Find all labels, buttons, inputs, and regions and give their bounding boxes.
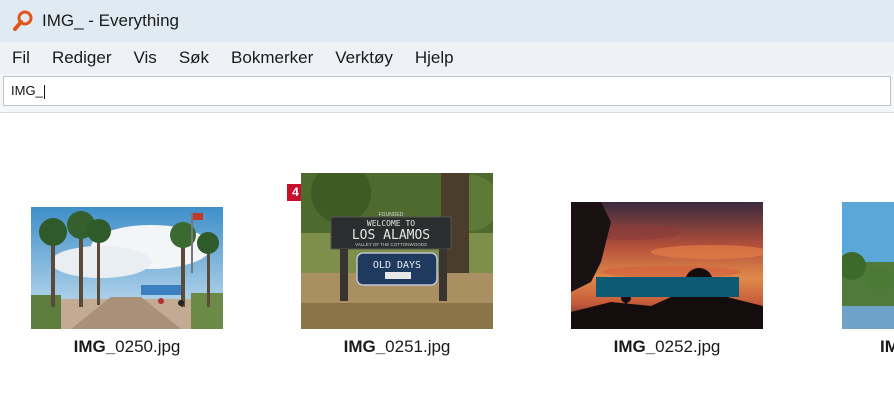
image-thumbnail-next-row[interactable]: [596, 277, 739, 297]
sign-founded-text: FOUNDED: [379, 212, 404, 218]
menu-bookmarks[interactable]: Bokmerker: [220, 42, 324, 74]
magnifier-icon: [12, 10, 34, 32]
image-thumbnail-partial: [842, 202, 894, 329]
menu-help[interactable]: Hjelp: [404, 42, 465, 74]
sign-town-text: LOS ALAMOS: [352, 228, 430, 243]
file-name-label: IMG_0251.jpg: [301, 337, 493, 357]
file-name-match: IMG_: [343, 337, 386, 356]
text-caret: [43, 84, 45, 99]
sign-old-days-text: OLD DAYS: [373, 260, 421, 271]
search-input[interactable]: IMG_: [3, 76, 891, 106]
file-name-label: IMG_0250.jpg: [31, 337, 223, 357]
sign-welcome-text: WELCOME TO: [367, 219, 415, 228]
menu-bar: Fil Rediger Vis Søk Bokmerker Verktøy Hj…: [0, 42, 894, 75]
menu-view[interactable]: Vis: [123, 42, 168, 74]
menu-file[interactable]: Fil: [0, 42, 41, 74]
window-title: IMG_ - Everything: [42, 11, 179, 30]
search-text: IMG_: [11, 83, 43, 98]
results-thumbnail-view[interactable]: IMG_0250.jpg 4 FOUNDED WELCOME TO LOS AL…: [0, 112, 894, 405]
file-name-label: IM: [880, 337, 894, 357]
menu-edit[interactable]: Rediger: [41, 42, 123, 74]
title-bar[interactable]: IMG_ - Everything: [0, 0, 894, 42]
file-name-label: IMG_0252.jpg: [571, 337, 763, 357]
file-name-match: IM: [880, 337, 894, 356]
menu-tools[interactable]: Verktøy: [324, 42, 404, 74]
image-thumbnail-los-alamos-sign: FOUNDED WELCOME TO LOS ALAMOS VALLEY OF …: [301, 173, 493, 329]
file-name-match: IMG_: [613, 337, 656, 356]
file-name-rest: 0251.jpg: [385, 337, 451, 356]
file-name-rest: 0252.jpg: [655, 337, 721, 356]
image-thumbnail-promenade: [31, 207, 223, 329]
file-name-match: IMG_: [73, 337, 116, 356]
menu-search[interactable]: Søk: [168, 42, 220, 74]
sign-valley-text: VALLEY OF THE COTTONWOODS: [355, 242, 427, 247]
image-thumbnail-sunset: [571, 202, 763, 329]
search-bar: IMG_: [0, 74, 894, 112]
file-name-rest: 0250.jpg: [115, 337, 181, 356]
